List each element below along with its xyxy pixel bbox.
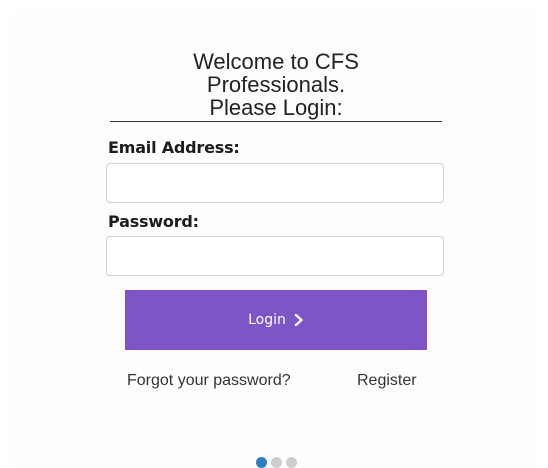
welcome-heading-line-1: Welcome to CFS	[193, 49, 359, 74]
pager-dot-2[interactable]	[271, 457, 282, 468]
forgot-password-link[interactable]: Forgot your password?	[127, 372, 291, 390]
login-button[interactable]: Login	[125, 290, 427, 350]
email-label: Email Address:	[108, 138, 240, 157]
password-label: Password:	[108, 212, 199, 231]
welcome-heading-line-3: Please Login:	[209, 95, 343, 120]
login-button-label: Login	[248, 312, 286, 328]
pager-dot-3[interactable]	[286, 457, 297, 468]
welcome-heading: Welcome to CFS Professionals. Please Log…	[110, 50, 442, 122]
pager-dot-1[interactable]	[256, 457, 267, 468]
login-page: Welcome to CFS Professionals. Please Log…	[0, 0, 548, 468]
welcome-heading-line-2: Professionals.	[206, 72, 346, 97]
carousel-pager	[256, 457, 297, 468]
chevron-right-icon	[294, 314, 303, 326]
register-link[interactable]: Register	[357, 372, 417, 390]
email-field[interactable]	[106, 163, 444, 203]
password-field[interactable]	[106, 236, 444, 276]
